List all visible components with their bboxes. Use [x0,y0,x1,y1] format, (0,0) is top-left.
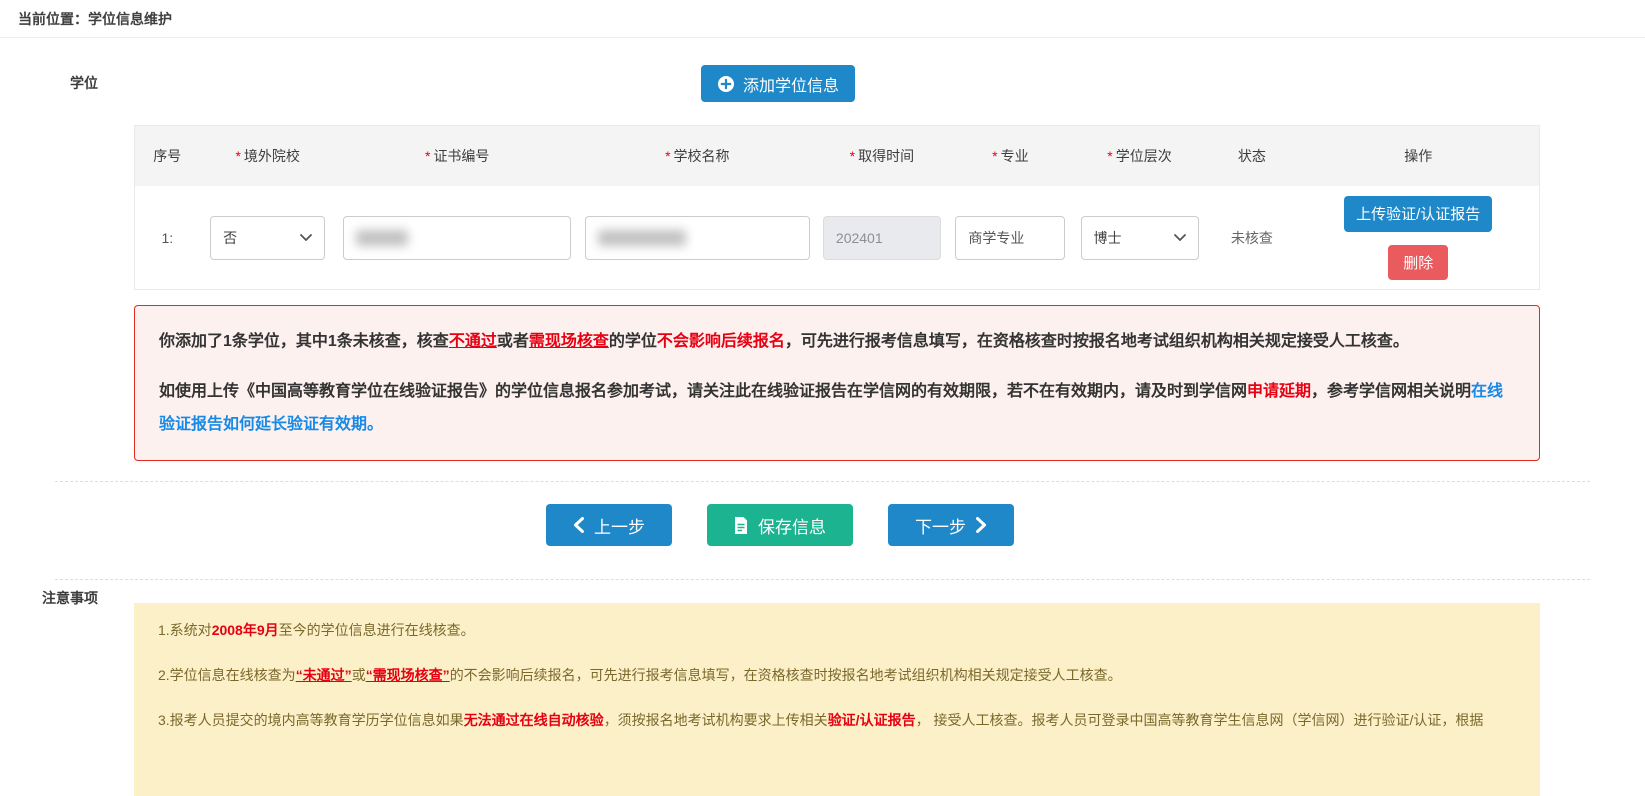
notes-section: 注意事项 1.系统对2008年9月至今的学位信息进行在线核查。 2.学位信息在线… [0,586,1645,796]
column-header: 操作 [1297,146,1538,166]
text-segment: 如使用上传《中国高等教育学位在线验证报告》的学位信息报名参加考试，请关注此在线验… [159,383,1247,400]
plus-circle-icon [717,75,735,93]
column-header: 序号 [135,146,200,166]
dashed-divider [55,481,1590,482]
redacted-value [598,230,686,246]
status-badge: 未核查 [1231,228,1273,248]
text-segment: 不通过 [449,333,497,350]
text-segment: “未通过” [296,667,352,683]
document-icon [734,517,748,534]
breadcrumb: 当前位置：学位信息维护 [0,0,1645,38]
text-segment: 需现场核查 [529,333,609,350]
table-row: 1: 否 [135,186,1539,289]
degree-section-label: 学位 [0,65,98,461]
overseas-school-select[interactable]: 否 [210,216,325,260]
add-degree-button-label: 添加学位信息 [743,72,839,96]
text-segment: 的不会影响后续报名，可先进行报考信息填写，在资格核查时按报名地考试组织机构相关规… [450,667,1122,683]
column-header: *学校名称 [579,146,816,166]
text-segment: 不会影响后续报名 [657,333,785,350]
text-segment: ， 接受人工核查。报考人员可登录中国高等教育学生信息网（学信网）进行验证/认证，… [916,712,1484,728]
major-input[interactable]: 商学专业 [955,216,1065,260]
required-asterisk: * [992,148,997,164]
note-item: 2.学位信息在线核查为“未通过”或“需现场核查”的不会影响后续报名，可先进行报考… [158,666,1516,685]
required-asterisk: * [1107,148,1112,164]
column-header: 状态 [1206,146,1297,166]
degree-alert-box: 你添加了1条学位，其中1条未核查，核查不通过或者需现场核查的学位不会影响后续报名… [134,305,1540,461]
breadcrumb-text: 当前位置：学位信息维护 [18,11,172,27]
text-segment: 3.报考人员提交的境内高等教育学历学位信息如果 [158,712,464,728]
text-segment: 无法通过在线自动核验 [464,712,604,728]
school-name-input[interactable] [585,216,810,260]
chevron-down-icon [1174,234,1186,241]
degree-table-header: 序号*境外院校*证书编号*学校名称*取得时间*专业*学位层次状态操作 [135,126,1539,186]
degree-table: 序号*境外院校*证书编号*学校名称*取得时间*专业*学位层次状态操作 1: 否 [134,125,1540,290]
delete-button[interactable]: 删除 [1388,245,1448,280]
chevron-left-icon [573,517,584,533]
text-segment: 申请延期 [1247,383,1311,400]
text-segment: ，参考学信网相关说明 [1311,383,1471,400]
upload-report-button[interactable]: 上传验证/认证报告 [1344,196,1492,232]
text-segment: 或 [352,667,366,683]
note-item: 1.系统对2008年9月至今的学位信息进行在线核查。 [158,621,1516,640]
text-segment: 的学位 [609,333,657,350]
previous-step-button[interactable]: 上一步 [546,504,672,546]
text-segment: ，可先进行报考信息填写，在资格核查时按报名地考试组织机构相关规定接受人工核查。 [785,333,1409,350]
save-button[interactable]: 保存信息 [707,504,853,546]
alert-paragraph-1: 你添加了1条学位，其中1条未核查，核查不通过或者需现场核查的学位不会影响后续报名… [159,325,1515,358]
column-header: *学位层次 [1073,146,1206,166]
alert-paragraph-2: 如使用上传《中国高等教育学位在线验证报告》的学位信息报名参加考试，请关注此在线验… [159,375,1515,441]
wizard-actions: 上一步 保存信息 下一步 [0,504,1645,546]
text-segment: 2008年9月 [212,622,279,638]
row-index: 1: [161,230,173,246]
obtain-time-input: 202401 [823,216,941,260]
column-header: *境外院校 [200,146,336,166]
chevron-down-icon [300,234,312,241]
notes-section-label: 注意事项 [0,586,98,796]
text-segment: ，须按报名地考试机构要求上传相关 [604,712,828,728]
text-segment: 1.系统对 [158,622,212,638]
text-segment: 或者 [497,333,529,350]
chevron-right-icon [976,517,987,533]
degree-section: 学位 添加学位信息 序号*境外院校*证书编号*学校名称*取得时间*专业*学位层次… [0,65,1645,461]
text-segment: “需现场核查” [366,667,450,683]
column-header: *证书编号 [336,146,579,166]
dashed-divider [55,579,1590,580]
certificate-no-input[interactable] [343,216,571,260]
required-asterisk: * [425,148,430,164]
text-segment: 2.学位信息在线核查为 [158,667,296,683]
required-asterisk: * [665,148,670,164]
required-asterisk: * [850,148,855,164]
redacted-value [356,230,408,246]
next-step-button[interactable]: 下一步 [888,504,1014,546]
text-segment: 验证/认证报告 [828,712,916,728]
note-item: 3.报考人员提交的境内高等教育学历学位信息如果无法通过在线自动核验，须按报名地考… [158,711,1516,730]
text-segment: 至今的学位信息进行在线核查。 [279,622,475,638]
degree-level-select[interactable]: 博士 [1081,216,1199,260]
column-header: *取得时间 [816,146,948,166]
required-asterisk: * [235,148,240,164]
column-header: *专业 [948,146,1073,166]
add-degree-button[interactable]: 添加学位信息 [701,65,855,102]
text-segment: 你添加了1条学位，其中1条未核查，核查 [159,333,449,350]
